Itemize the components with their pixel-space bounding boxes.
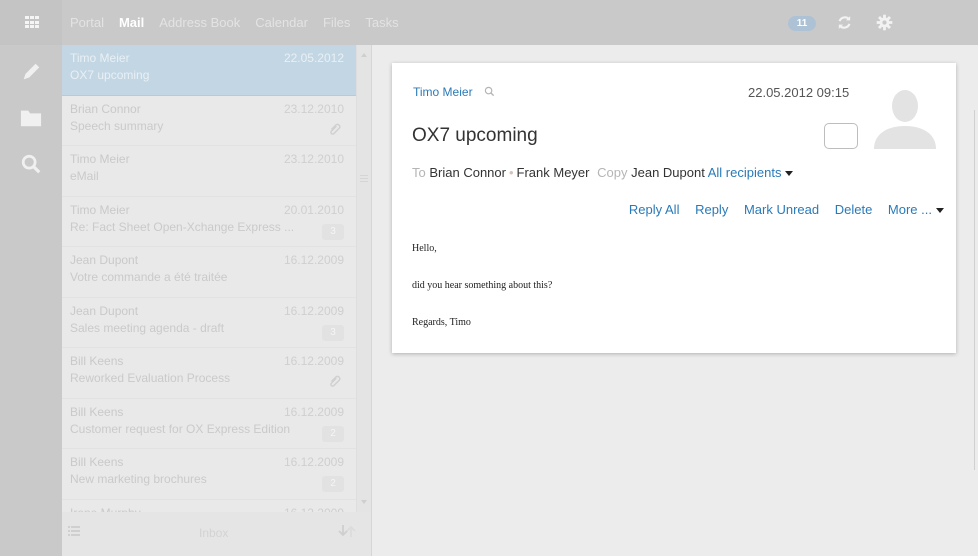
mail-list-item[interactable]: Brian Connor Speech summary 23.12.2010 [62, 96, 356, 146]
mail-subject-title: OX7 upcoming [412, 125, 538, 146]
mail-date: 16.12.2009 [283, 303, 344, 318]
mail-subject: Votre commande a été traitée [70, 270, 228, 284]
notification-badge[interactable]: 11 [788, 16, 816, 31]
mail-list-scrollbar[interactable] [356, 45, 371, 512]
recipient-name[interactable]: Brian Connor [429, 165, 506, 180]
body-paragraph: did you hear something about this? [412, 280, 553, 291]
folder-icon[interactable] [20, 107, 42, 129]
tab-address-book[interactable]: Address Book [159, 15, 240, 30]
mail-subject: Reworked Evaluation Process [70, 371, 231, 385]
mail-list-item[interactable]: Timo Meier OX7 upcoming 22.05.2012 [62, 45, 356, 96]
mail-subject: Customer request for OX Express Edition [70, 421, 291, 436]
recipients-line: To Brian Connor • Frank Meyer Copy Jean Du… [412, 165, 794, 180]
mail-detail-card: Timo Meier 22.05.2012 09:15 OX7 upcoming… [392, 63, 956, 353]
search-icon[interactable] [484, 86, 495, 97]
thread-count-badge: 2 [322, 476, 344, 492]
mail-date: 16.12.2009 [283, 404, 344, 419]
attachment-icon [330, 375, 341, 387]
mail-list-item[interactable]: Bill Keens New marketing brochures 16.12… [62, 449, 356, 500]
mail-date: 16.12.2009 [283, 253, 344, 267]
mail-subject: OX7 upcoming [70, 68, 150, 82]
main-nav: Portal Mail Address Book Calendar Files … [70, 0, 414, 45]
scroll-up-icon[interactable] [360, 51, 368, 59]
avatar [872, 83, 938, 149]
mail-list-item[interactable]: Bill Keens Reworked Evaluation Process 1… [62, 348, 356, 399]
mail-body: Hello, did you hear something about this… [412, 243, 552, 354]
caret-down-icon [936, 208, 944, 214]
tab-portal[interactable]: Portal [70, 15, 104, 30]
more-menu-button[interactable]: More ... [888, 202, 944, 217]
mail-date: 23.12.2010 [283, 152, 344, 166]
mark-unread-button[interactable]: Mark Unread [744, 202, 819, 217]
scroll-thumb[interactable] [360, 175, 368, 187]
mail-subject: Speech summary [70, 118, 164, 133]
body-paragraph: Hello, [412, 243, 437, 254]
mail-list-item[interactable]: Timo Meier eMail 23.12.2010 [62, 146, 356, 197]
scroll-down-icon[interactable] [360, 498, 368, 506]
flag-toggle[interactable] [824, 123, 858, 149]
mail-list: Timo Meier OX7 upcoming 22.05.2012 Brian… [62, 45, 356, 556]
body-paragraph: Regards, Timo [412, 317, 471, 328]
tab-calendar[interactable]: Calendar [255, 15, 308, 30]
detail-scrollbar[interactable] [974, 110, 978, 470]
thread-count-badge: 3 [322, 223, 344, 240]
more-label: More ... [887, 202, 932, 217]
delete-button[interactable]: Delete [835, 202, 873, 217]
search-icon[interactable] [20, 153, 42, 175]
app-launcher[interactable] [0, 0, 62, 45]
thread-count-badge: 2 [322, 425, 344, 442]
thread-count-badge: 3 [322, 324, 344, 341]
mail-subject: Re: Fact Sheet Open-Xchange Express ... [70, 219, 295, 234]
mail-datetime: 22.05.2012 09:15 [748, 85, 850, 100]
mail-list-item[interactable]: Timo Meier Re: Fact Sheet Open-Xchange E… [62, 197, 356, 247]
mail-date: 22.05.2012 [283, 51, 344, 65]
attachment-icon [330, 123, 341, 135]
folder-label: Inbox [199, 526, 229, 540]
all-recipients-link[interactable]: All recipients [708, 165, 794, 180]
mail-date: 23.12.2010 [283, 101, 344, 116]
top-bar: Portal Mail Address Book Calendar Files … [0, 0, 978, 45]
sender-name[interactable]: Timo Meier [413, 85, 473, 99]
reply-all-button[interactable]: Reply All [629, 202, 680, 217]
mail-list-item[interactable]: Bill Keens Customer request for OX Expre… [62, 399, 356, 449]
list-view-icon[interactable] [68, 526, 80, 536]
tab-mail[interactable]: Mail [119, 15, 144, 30]
cc-recipient-name[interactable]: Jean Dupont [631, 165, 705, 180]
app-launcher-icon[interactable] [25, 16, 39, 29]
mail-subject: Sales meeting agenda - draft [70, 320, 225, 335]
mail-list-footer: Inbox [62, 512, 371, 556]
separator-dot: • [508, 165, 514, 180]
mail-date: 20.01.2010 [283, 202, 344, 217]
sort-icon[interactable] [338, 524, 356, 538]
mail-list-item[interactable]: Jean Dupont Votre commande a été traitée… [62, 247, 356, 298]
compose-pencil-icon[interactable] [20, 61, 42, 83]
mail-actions-toolbar: Reply All Reply Mark Unread Delete More … [617, 202, 944, 217]
copy-label: Copy [597, 165, 628, 180]
caret-down-icon [785, 171, 794, 177]
gear-icon[interactable] [876, 14, 893, 31]
mail-date: 16.12.2009 [283, 354, 344, 368]
refresh-icon[interactable] [836, 14, 853, 31]
left-sidebar [0, 45, 62, 556]
mail-list-item[interactable]: Jean Dupont Sales meeting agenda - draft… [62, 298, 356, 348]
mail-date: 16.12.2009 [283, 455, 344, 469]
mail-subject: eMail [70, 169, 99, 183]
mail-subject: New marketing brochures [70, 472, 207, 486]
tab-files[interactable]: Files [323, 15, 350, 30]
tab-tasks[interactable]: Tasks [365, 15, 398, 30]
recipient-name[interactable]: Frank Meyer [517, 165, 590, 180]
all-recipients-label: All recipients [707, 165, 782, 180]
reply-button[interactable]: Reply [695, 202, 728, 217]
to-label: To [412, 165, 426, 180]
app-window: Portal Mail Address Book Calendar Files … [0, 0, 978, 556]
